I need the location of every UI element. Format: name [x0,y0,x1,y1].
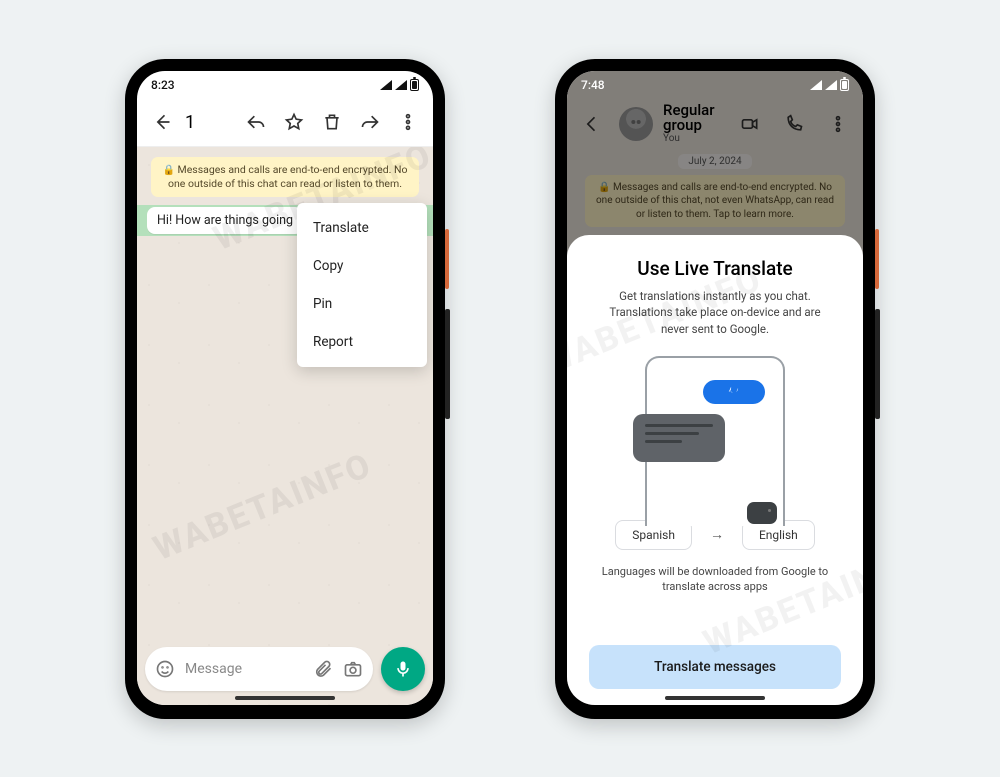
menu-report[interactable]: Report [297,323,427,361]
gesture-bar [665,696,765,700]
status-time: 8:23 [151,78,175,92]
translate-pill-icon [703,380,765,404]
lock-icon: 🔒 [162,165,174,176]
arrow-right-icon: → [710,526,724,543]
cell-signal-icon [825,80,837,90]
message-bubble[interactable]: Hi! How are things going [147,207,303,234]
menu-pin[interactable]: Pin [297,285,427,323]
watermark: WABETAINFO [148,445,378,569]
forward-button[interactable] [353,105,387,139]
message-input-bar: Message [145,647,425,691]
mic-button[interactable] [381,647,425,691]
selection-toolbar: 1 [137,99,433,147]
reply-button[interactable] [239,105,273,139]
wifi-icon [810,80,822,90]
wifi-icon [380,80,392,90]
sheet-title: Use Live Translate [589,257,841,280]
delete-button[interactable] [315,105,349,139]
status-bar: 7:48 [567,71,863,99]
battery-icon [410,79,419,91]
chat-body[interactable]: WABETAINFO WABETAINFO 🔒 Messages and cal… [137,147,433,705]
cell-signal-icon [395,80,407,90]
battery-icon [840,79,849,91]
star-button[interactable] [277,105,311,139]
message-field[interactable]: Message [145,647,373,691]
illustration [589,352,841,502]
status-bar: 8:23 [137,71,433,99]
phone-mockup-whatsapp: 8:23 1 [125,59,445,719]
sheet-lead: Get translations instantly as you chat. … [595,288,835,338]
more-button[interactable] [391,105,425,139]
message-text: Hi! How are things going [157,213,293,228]
context-menu: Translate Copy Pin Report [297,203,427,367]
camera-icon[interactable] [343,659,363,679]
back-button[interactable] [145,105,179,139]
phone-mockup-live-translate: 7:48 Regular group You [555,59,875,719]
message-placeholder: Message [185,661,303,677]
sheet-footnote: Languages will be downloaded from Google… [599,564,831,596]
menu-copy[interactable]: Copy [297,247,427,285]
menu-translate[interactable]: Translate [297,209,427,247]
emoji-icon[interactable] [155,659,175,679]
attach-icon[interactable] [313,659,333,679]
encryption-notice[interactable]: 🔒 Messages and calls are end-to-end encr… [151,157,419,198]
gesture-bar [235,696,335,700]
live-translate-sheet: Use Live Translate Get translations inst… [567,235,863,705]
selection-count: 1 [185,112,195,133]
status-time: 7:48 [581,78,605,92]
translate-messages-button[interactable]: Translate messages [589,645,841,689]
